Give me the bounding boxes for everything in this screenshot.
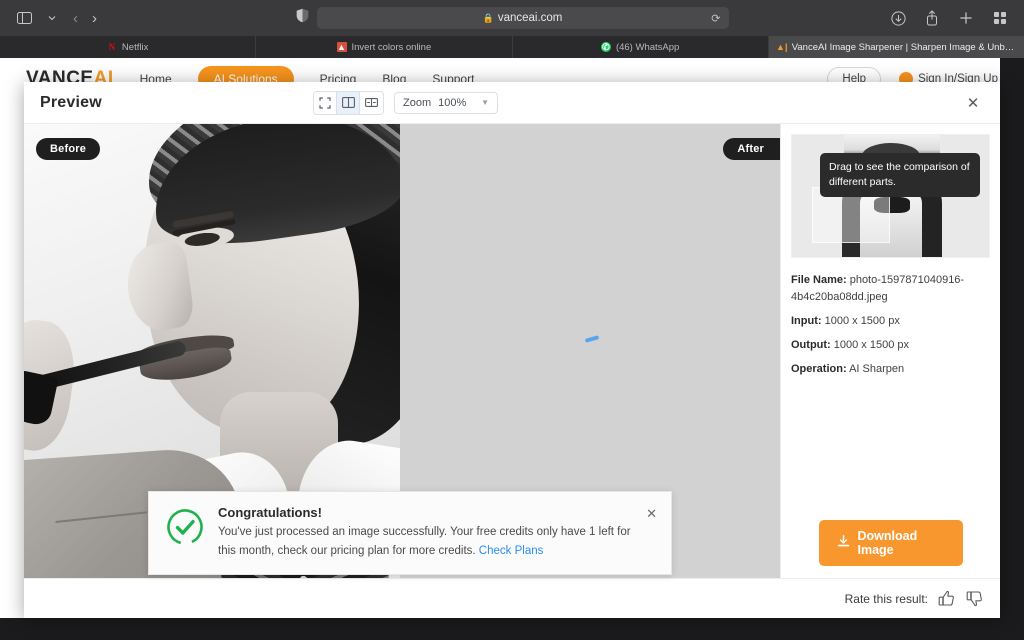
image-metadata: File Name: photo-1597871040916-4b4c20ba0… xyxy=(791,258,990,385)
thumbs-down-icon[interactable] xyxy=(965,589,984,608)
tab-bar: N Netflix ▲ Invert colors online ✆ (46) … xyxy=(0,36,1024,58)
meta-value: 1000 x 1500 px xyxy=(824,315,900,328)
thumbs-up-icon[interactable] xyxy=(937,589,956,608)
compare-slider-icon[interactable] xyxy=(360,91,383,114)
shield-icon[interactable] xyxy=(296,8,309,28)
tab-invert-colors[interactable]: ▲ Invert colors online xyxy=(256,36,513,58)
check-plans-link[interactable]: Check Plans xyxy=(479,545,544,557)
toolbar-right-group xyxy=(886,7,1012,29)
success-toast: Congratulations! You've just processed a… xyxy=(148,491,672,576)
success-check-icon xyxy=(165,507,205,552)
reload-icon[interactable]: ⟳ xyxy=(711,12,720,25)
url-bar[interactable]: 🔒 vanceai.com ⟳ xyxy=(316,7,729,29)
split-panes-icon[interactable] xyxy=(337,91,360,114)
meta-row-output: Output: 1000 x 1500 px xyxy=(791,337,990,354)
toast-message: You've just processed an image successfu… xyxy=(218,526,631,557)
meta-row-input: Input: 1000 x 1500 px xyxy=(791,313,990,330)
share-icon[interactable] xyxy=(920,7,944,29)
browser-window: ‹ › 🔒 vanceai.com ⟳ N Netflix ▲ Invert c… xyxy=(0,0,1024,640)
url-text: vanceai.com xyxy=(497,12,563,24)
meta-key: File Name: xyxy=(791,274,847,286)
toast-body: Congratulations! You've just processed a… xyxy=(218,505,633,560)
sidebar-dropdown-icon[interactable] xyxy=(40,7,64,29)
meta-key: Output: xyxy=(791,339,831,352)
forward-chevron-icon[interactable]: › xyxy=(87,11,102,26)
tab-vanceai[interactable]: ▲| VanceAI Image Sharpener | Sharpen Ima… xyxy=(768,36,1024,58)
toast-text: You've just processed an image successfu… xyxy=(218,523,633,560)
page-title: Preview xyxy=(40,93,102,111)
meta-key: Input: xyxy=(791,315,822,328)
view-mode-group xyxy=(313,90,384,115)
meta-row-filename: File Name: photo-1597871040916-4b4c20ba0… xyxy=(791,272,990,306)
zoom-select[interactable]: Zoom 100% ▼ xyxy=(394,91,498,114)
sidebar-icon[interactable] xyxy=(12,7,36,29)
meta-value: AI Sharpen xyxy=(849,363,905,376)
plus-icon[interactable] xyxy=(954,7,978,29)
toolbar-center-group: 🔒 vanceai.com ⟳ xyxy=(0,7,1024,29)
tab-whatsapp[interactable]: ✆ (46) WhatsApp xyxy=(513,36,769,58)
toast-title: Congratulations! xyxy=(218,505,322,520)
vanceai-favicon: ▲| xyxy=(776,41,788,52)
drag-tooltip: Drag to see the comparison of different … xyxy=(820,153,980,198)
modal-header: Preview Zoom 100% ▼ ✕ xyxy=(24,82,1000,124)
before-badge: Before xyxy=(36,138,101,160)
whatsapp-favicon: ✆ xyxy=(600,41,611,52)
meta-value: 1000 x 1500 px xyxy=(833,339,909,352)
view-toolbar: Zoom 100% ▼ xyxy=(313,90,498,115)
zoom-value: 100% xyxy=(438,96,467,109)
lock-icon: 🔒 xyxy=(482,12,494,23)
expand-corners-icon[interactable] xyxy=(314,91,337,114)
zoom-label: Zoom xyxy=(403,96,432,109)
back-chevron-icon[interactable]: ‹ xyxy=(68,11,83,26)
tab-netflix[interactable]: N Netflix xyxy=(0,36,257,58)
toolbar-left-group: ‹ › xyxy=(12,7,102,29)
rate-label: Rate this result: xyxy=(844,591,928,606)
netflix-favicon: N xyxy=(108,41,116,52)
toast-close-icon[interactable]: ✕ xyxy=(646,506,657,522)
cursor-artifact xyxy=(584,335,600,343)
download-image-button[interactable]: Download Image xyxy=(818,520,963,566)
page-bottom-gutter xyxy=(0,618,1024,640)
close-icon[interactable]: ✕ xyxy=(962,92,984,114)
download-label: Download Image xyxy=(857,529,918,557)
info-panel: Drag to see the comparison of different … xyxy=(780,124,1000,578)
meta-row-operation: Operation: AI Sharpen xyxy=(791,361,990,378)
tab-label: (46) WhatsApp xyxy=(615,41,680,53)
download-area: Download Image xyxy=(791,520,990,578)
browser-toolbar: ‹ › 🔒 vanceai.com ⟳ xyxy=(0,0,1024,36)
modal-footer: Rate this result: xyxy=(24,578,1000,618)
tab-label: Invert colors online xyxy=(351,41,432,53)
download-icon xyxy=(837,535,850,551)
tab-label: VanceAI Image Sharpener | Sharpen Image … xyxy=(791,41,1016,53)
after-badge: After xyxy=(723,138,780,160)
navigator-thumbnail[interactable]: Drag to see the comparison of different … xyxy=(791,134,990,258)
page-right-gutter xyxy=(1000,58,1024,640)
meta-key: Operation: xyxy=(791,363,847,376)
tab-label: Netflix xyxy=(121,41,149,53)
tab-overview-icon[interactable] xyxy=(988,7,1012,29)
chevron-down-icon: ▼ xyxy=(481,98,489,107)
downloads-icon[interactable] xyxy=(886,7,910,29)
invert-colors-favicon: ▲ xyxy=(336,41,347,52)
